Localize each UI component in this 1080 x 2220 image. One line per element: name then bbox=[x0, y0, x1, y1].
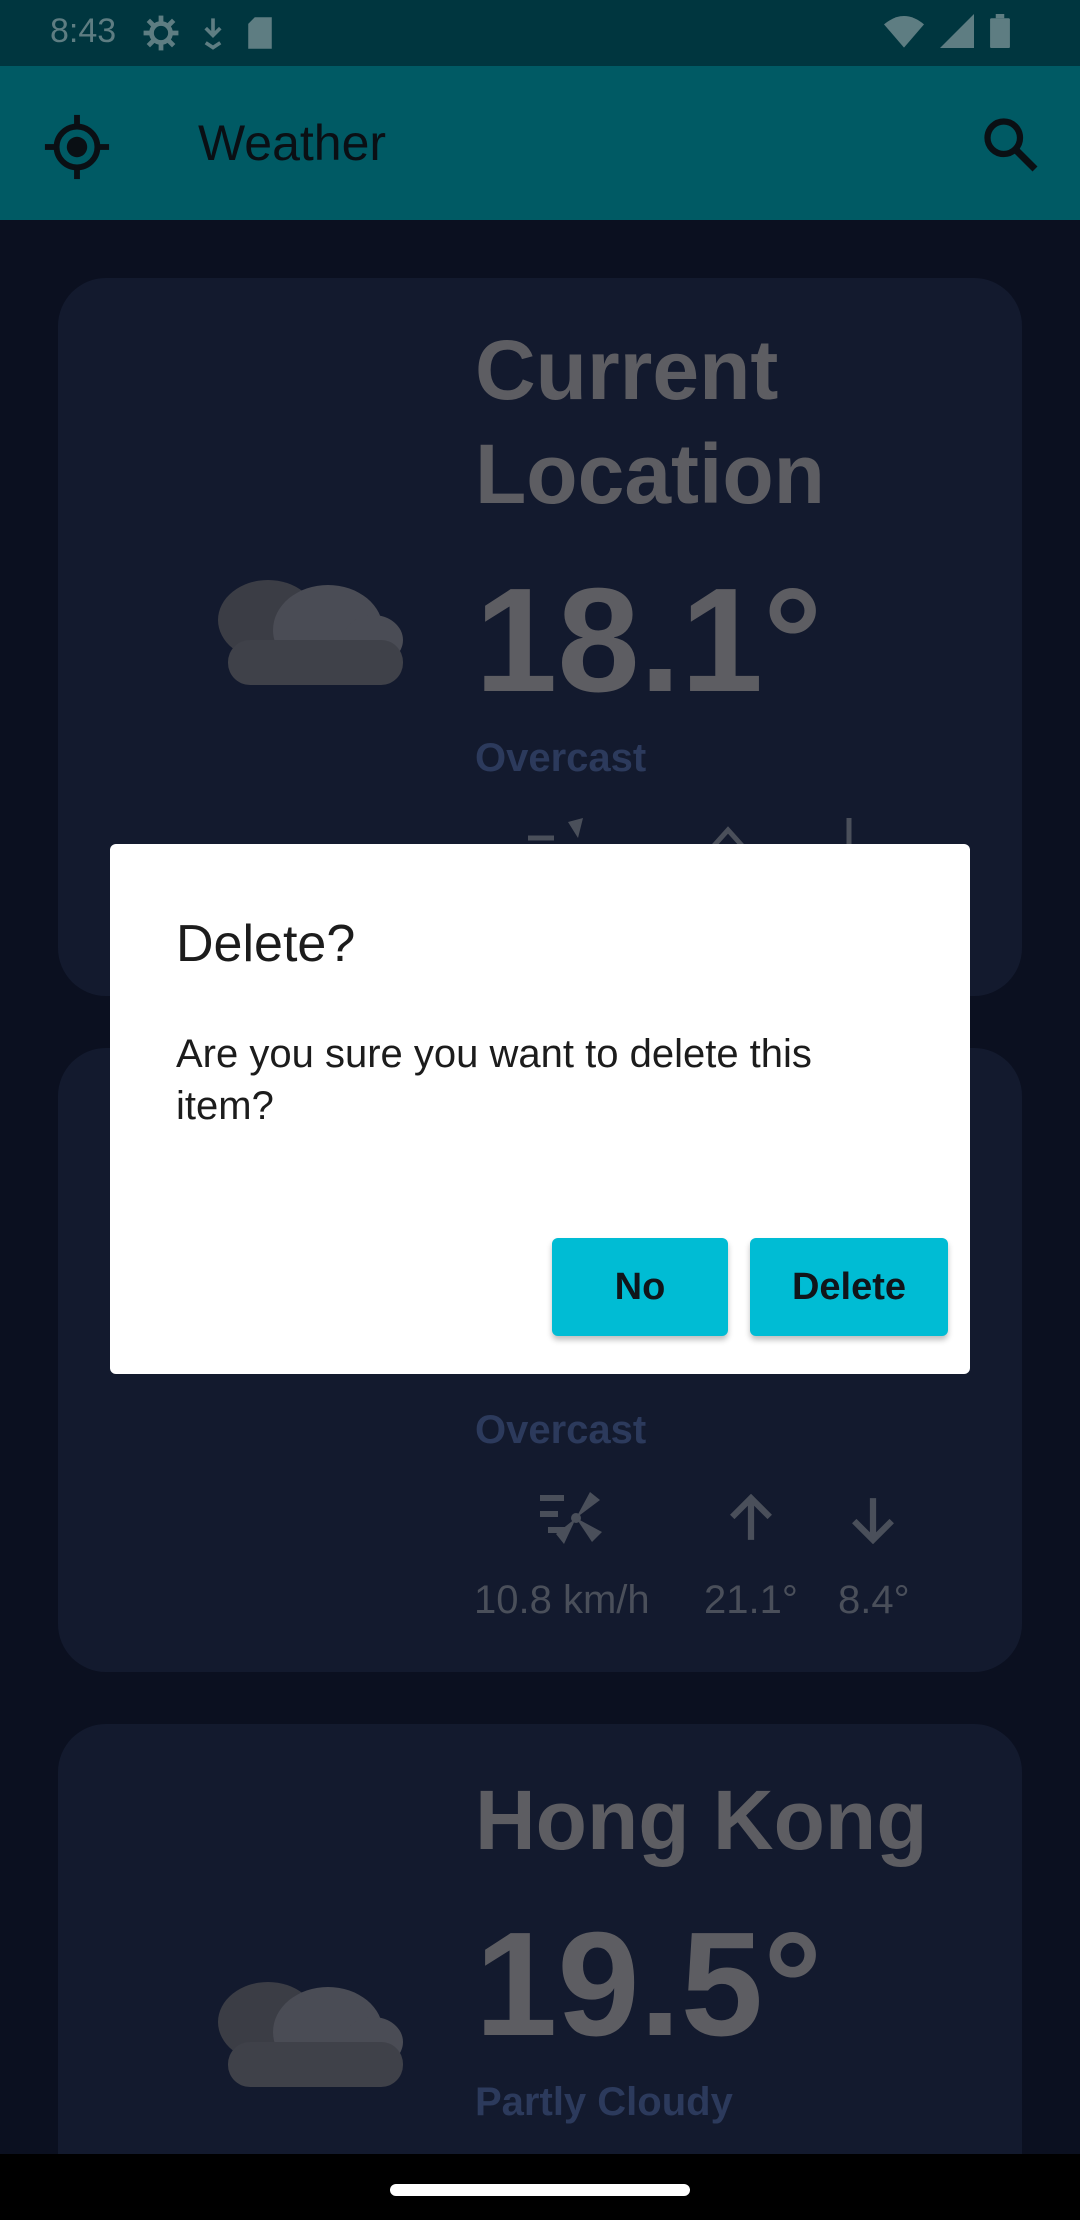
delete-dialog: Delete? Are you sure you want to delete … bbox=[110, 844, 970, 1374]
navigation-bar bbox=[0, 2154, 1080, 2220]
delete-button[interactable]: Delete bbox=[750, 1238, 948, 1336]
dialog-message: Are you sure you want to delete this ite… bbox=[176, 1032, 812, 1128]
dialog-title: Delete? bbox=[176, 915, 356, 973]
home-handle[interactable] bbox=[390, 2184, 690, 2196]
no-button[interactable]: No bbox=[552, 1238, 728, 1336]
